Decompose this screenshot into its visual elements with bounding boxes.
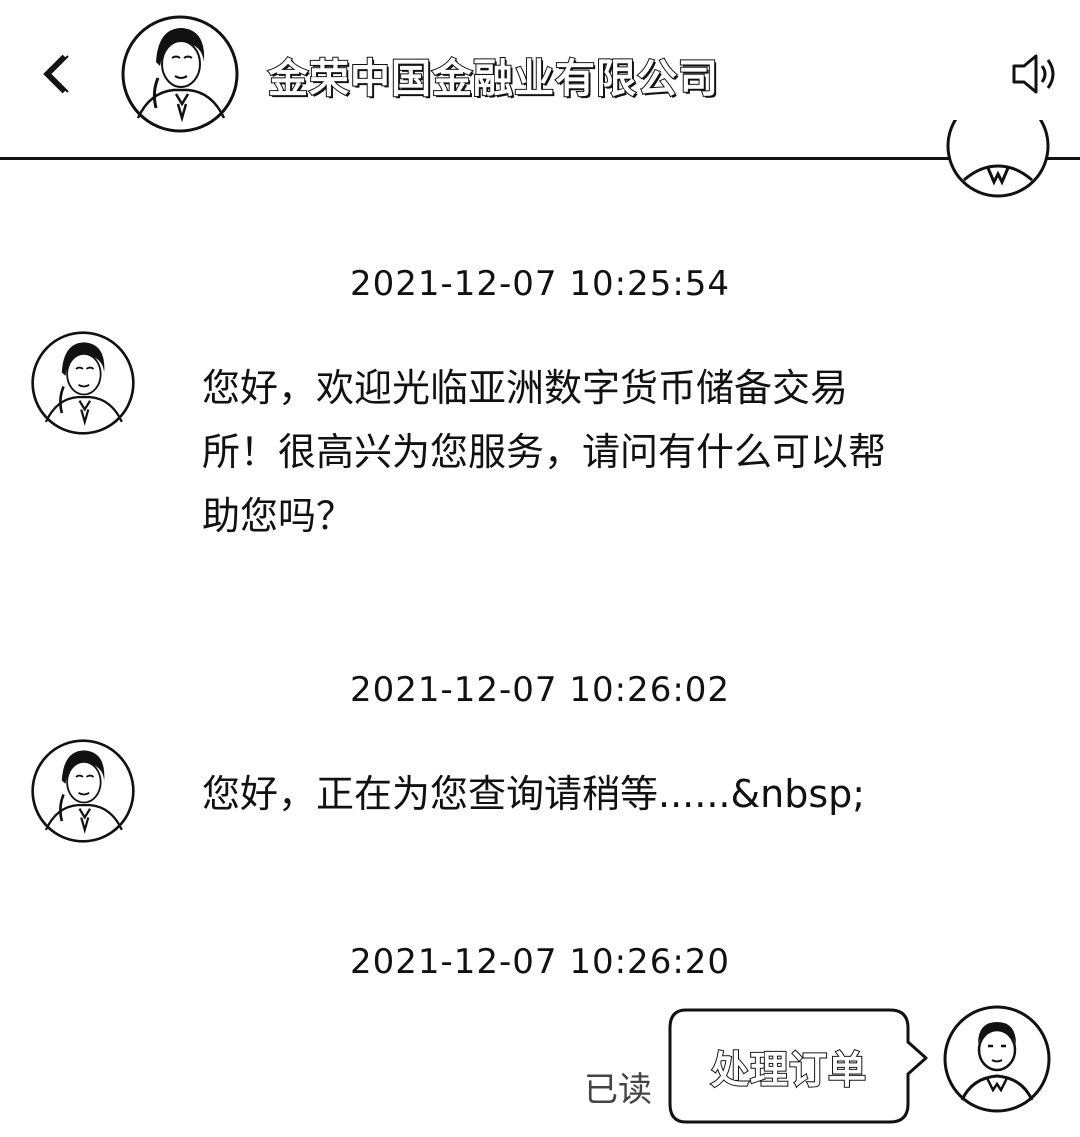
message-line: 您好，欢迎光临亚洲数字货币储备交易 bbox=[202, 366, 849, 410]
speaker-icon bbox=[1012, 54, 1055, 94]
message-line: 助您吗？ bbox=[202, 494, 355, 538]
back-button[interactable] bbox=[30, 48, 82, 100]
message-timestamp: 2021-12-07 10:26:20 bbox=[349, 942, 731, 982]
agent-avatar[interactable] bbox=[30, 330, 136, 436]
sound-button[interactable] bbox=[1008, 48, 1060, 100]
header-divider bbox=[0, 157, 1080, 160]
chat-header: 金荣中国金融业有限公司 bbox=[0, 0, 1080, 160]
outgoing-message-bubble[interactable]: 处理订单 bbox=[668, 1008, 930, 1124]
male-user-icon bbox=[946, 120, 1050, 198]
agent-avatar[interactable] bbox=[120, 14, 240, 134]
outgoing-message-text: 处理订单 bbox=[710, 1047, 867, 1093]
female-agent-icon bbox=[121, 15, 239, 133]
message-timestamp: 2021-12-07 10:26:02 bbox=[349, 670, 731, 710]
female-agent-icon bbox=[31, 739, 135, 843]
female-agent-icon bbox=[31, 331, 135, 435]
user-avatar-partial bbox=[946, 120, 1050, 204]
agent-message: 您好，正在为您查询请稍等......&nbsp; bbox=[202, 762, 962, 826]
message-line: 您好，正在为您查询请稍等......&nbsp; bbox=[202, 772, 866, 816]
read-status: 已读 bbox=[584, 1070, 652, 1110]
male-user-icon bbox=[943, 1005, 1051, 1113]
user-avatar[interactable] bbox=[942, 1004, 1052, 1114]
message-timestamp: 2021-12-07 10:25:54 bbox=[349, 264, 731, 304]
agent-message: 您好，欢迎光临亚洲数字货币储备交易 所！很高兴为您服务，请问有什么可以帮 助您吗… bbox=[202, 356, 962, 548]
agent-avatar[interactable] bbox=[30, 738, 136, 844]
message-line: 所！很高兴为您服务，请问有什么可以帮 bbox=[202, 430, 887, 474]
chevron-left-icon bbox=[43, 54, 69, 94]
page-title: 金荣中国金融业有限公司 bbox=[267, 55, 719, 103]
